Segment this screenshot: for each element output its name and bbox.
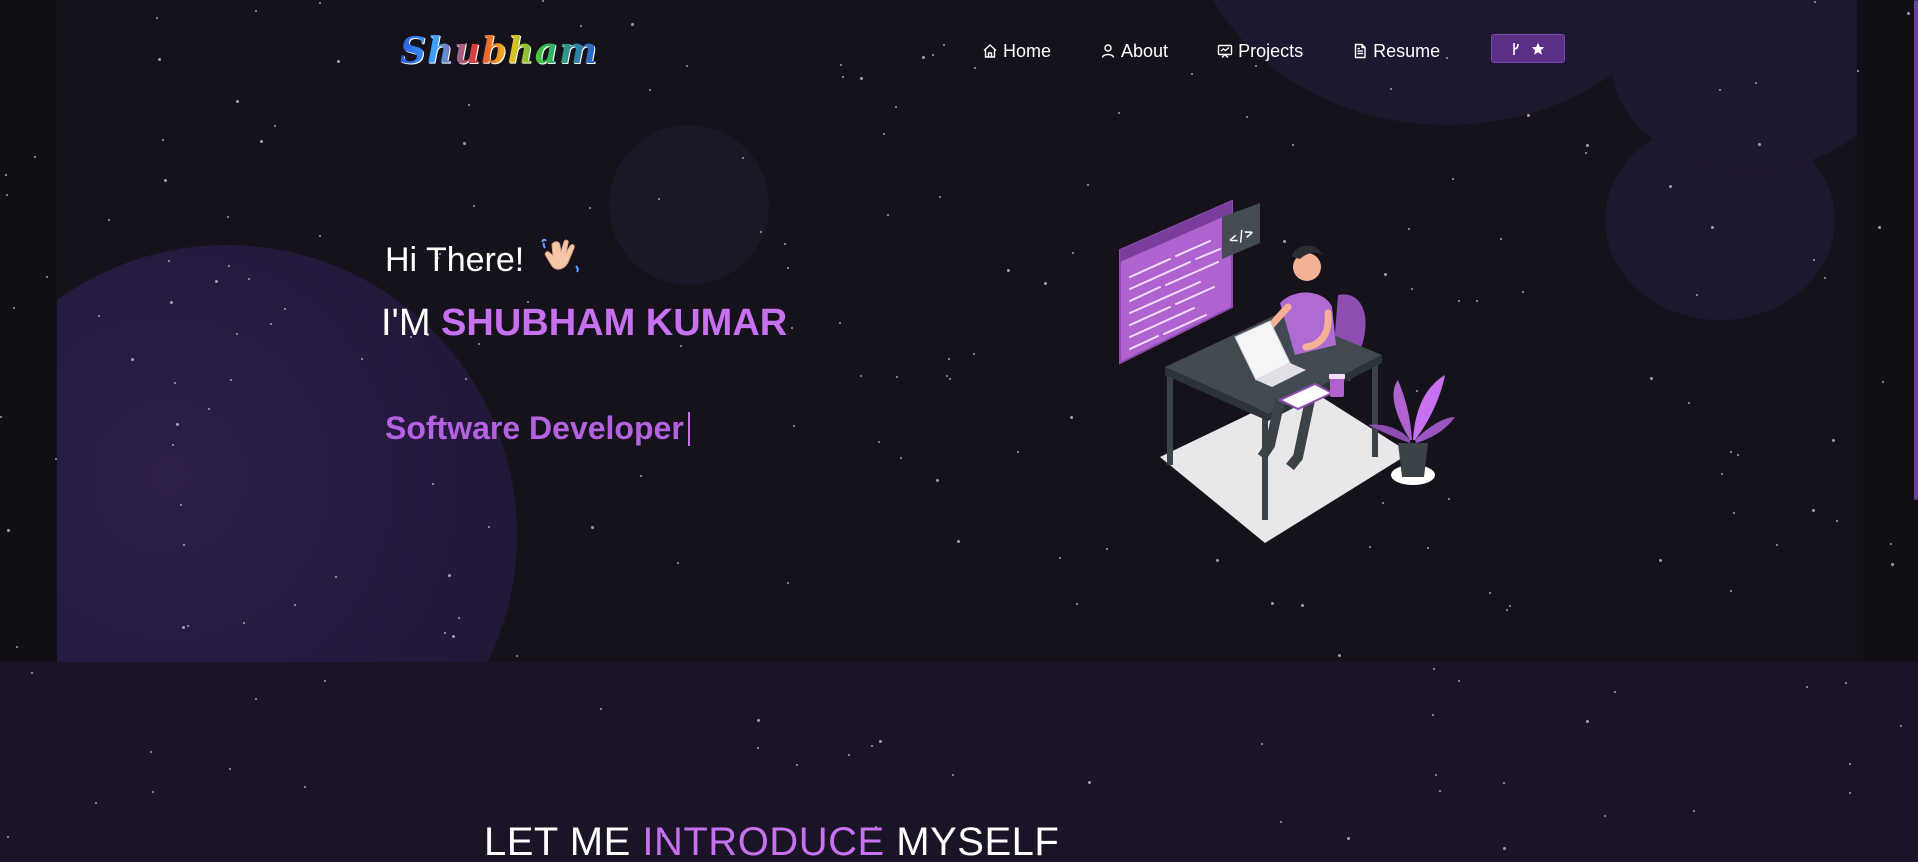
star-dot [1849,792,1851,794]
star-dot [600,708,602,710]
brand-logo[interactable]: Shubham [400,30,598,72]
star-dot [304,786,306,788]
navbar: Shubham Home About Projects Resume [0,0,1918,100]
nav-item-home[interactable]: Home [982,41,1051,62]
nav-label: About [1121,40,1169,61]
star-dot [1845,682,1847,684]
heading-accent: INTRODUCE [642,820,885,862]
star-dot [152,791,154,793]
star-dot [1439,790,1441,792]
star-dot [1435,774,1437,776]
star-dot [1614,691,1616,693]
star-dot [1280,821,1282,823]
nav-label: Home [1003,40,1052,61]
nav-item-projects[interactable]: Projects [1217,41,1303,62]
nav-links: Home About Projects Resume [982,38,1489,64]
star-dot [324,680,326,682]
document-icon [1354,43,1366,59]
typewriter-role: Software Developer [385,410,690,447]
scrollbar-thumb[interactable] [1914,0,1918,500]
nav-item-about[interactable]: About [1100,41,1168,62]
heading-part: LET ME [484,820,631,862]
typing-caret [687,411,690,446]
star-dot [1347,837,1350,840]
home-icon [983,44,997,58]
star-dot [1458,680,1460,682]
star-dot [1806,686,1808,688]
star-icon [1531,42,1545,55]
star-dot [796,764,798,766]
star-dot [1088,781,1091,784]
star-dot [7,836,9,838]
star-dot [1503,847,1506,850]
heading-part: MYSELF [896,820,1060,862]
star-dot [150,751,152,753]
github-fork-button[interactable] [1491,34,1565,63]
star-dot [1432,714,1434,716]
star-dot [255,698,257,700]
name-highlight: SHUBHAM KUMAR [441,302,788,344]
nav-label: Resume [1373,40,1441,61]
star-dot [1693,810,1695,812]
nav-label: Projects [1238,40,1304,61]
star-dot [757,747,759,749]
star-dot [229,768,231,770]
projects-icon [1217,44,1233,58]
star-dot [1900,725,1902,727]
hero-greeting: Hi There! [385,236,582,285]
nav-item-resume[interactable]: Resume [1352,41,1440,62]
portfolio-page: Shubham Home About Projects Resume Hi Th… [0,0,1918,862]
user-icon [1101,44,1115,58]
name-prefix: I'M [381,302,431,344]
star-dot [1604,815,1606,817]
section-heading-introduce: LET ME INTRODUCE MYSELF [484,820,1059,862]
star-dot [879,740,882,743]
star-dot [848,754,850,756]
star-dot [952,774,954,776]
star-dot [1503,782,1505,784]
star-dot [757,719,760,722]
star-dot [1586,720,1589,723]
star-dot [95,802,97,804]
hero-name: I'M SHUBHAM KUMAR [381,302,787,345]
star-dot [31,672,33,674]
typed-text: Software Developer [385,410,684,446]
git-fork-icon [1513,42,1519,55]
greeting-text: Hi There! [385,241,525,279]
star-dot [1261,743,1263,745]
decor-blob [609,125,769,285]
star-dot [1849,763,1851,765]
developer-illustration: </> [1119,199,1455,543]
wave-emoji-icon [540,236,582,285]
star-dot [871,745,873,747]
star-dot [1433,668,1435,670]
